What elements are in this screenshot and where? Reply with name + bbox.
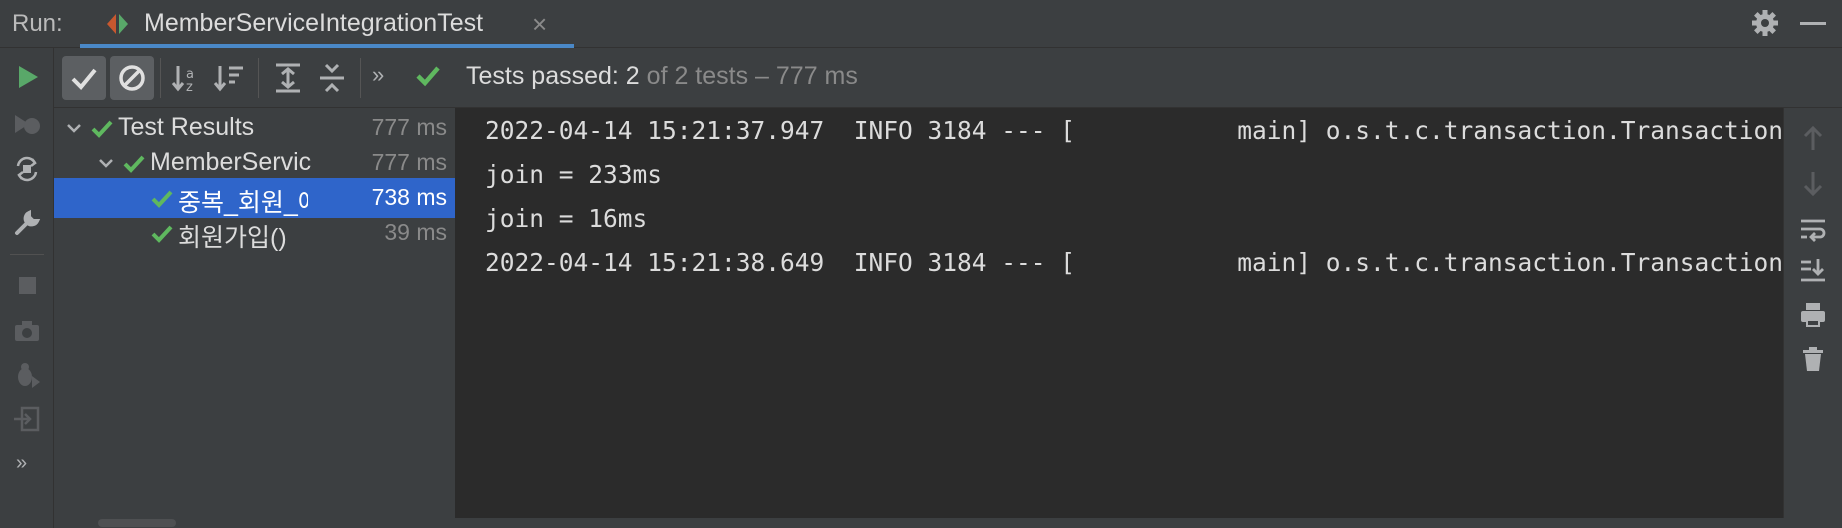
wrench-icon[interactable]	[12, 208, 42, 238]
passed-check-icon	[90, 117, 114, 146]
tree-row-member-join[interactable]: 회원가입() 39 ms	[54, 213, 455, 253]
rerun-failed-icon[interactable]	[12, 110, 42, 140]
console-line: 2022-04-14 15:21:38.649 INFO 3184 --- [ …	[485, 248, 1783, 277]
chevron-down-icon[interactable]	[64, 118, 84, 143]
collapse-all-icon[interactable]	[310, 56, 354, 100]
scroll-to-end-icon[interactable]	[1798, 256, 1828, 286]
passed-check-icon	[414, 62, 442, 95]
toolbar-separator	[10, 254, 44, 255]
console-line: join = 16ms	[485, 204, 648, 233]
tree-row-duration: 777 ms	[371, 149, 447, 175]
tree-row-label: MemberServiceIntegrationTest	[150, 148, 312, 176]
junit-test-icon	[106, 13, 130, 40]
soft-wrap-icon[interactable]	[1798, 214, 1828, 244]
more-actions-icon[interactable]: »	[372, 62, 384, 88]
stop-icon[interactable]	[12, 270, 42, 300]
print-icon[interactable]	[1798, 300, 1828, 330]
more-actions-icon[interactable]: »	[16, 452, 46, 482]
test-results-tree[interactable]: Test Results 777 ms MemberServiceIntegra…	[54, 108, 457, 518]
tree-row-test-results[interactable]: Test Results 777 ms	[54, 108, 455, 148]
passed-check-icon	[122, 152, 146, 181]
toolbar-separator	[258, 58, 259, 98]
arrow-down-icon[interactable]	[1798, 168, 1828, 198]
toggle-auto-test-icon[interactable]	[12, 154, 42, 184]
passed-check-icon	[150, 222, 174, 251]
expand-all-icon[interactable]	[266, 56, 310, 100]
passed-check-icon	[150, 187, 174, 216]
console-line: 2022-04-14 15:21:37.947 INFO 3184 --- [ …	[485, 116, 1783, 145]
sort-by-duration-icon[interactable]	[208, 56, 252, 100]
scrollbar-thumb[interactable]	[98, 519, 176, 527]
tab-title: MemberServiceIntegrationTest	[144, 9, 484, 37]
console-output[interactable]: 2022-04-14 15:21:37.947 INFO 3184 --- [ …	[457, 108, 1783, 518]
console-line: join = 233ms	[485, 160, 663, 189]
sort-alphabetically-icon[interactable]: az	[164, 56, 208, 100]
trash-icon[interactable]	[1798, 344, 1828, 374]
camera-icon[interactable]	[12, 316, 42, 346]
console-action-bar	[1783, 108, 1842, 518]
toolbar-separator	[360, 58, 361, 98]
minimize-icon[interactable]	[1800, 22, 1826, 25]
horizontal-scrollbar[interactable]	[54, 518, 1842, 528]
toolbar-separator	[160, 58, 161, 98]
arrow-up-icon[interactable]	[1798, 124, 1828, 154]
tree-row-member-service[interactable]: MemberServiceIntegrationTest 777 ms	[54, 143, 455, 183]
tree-row-duplicate-member-exception[interactable]: 중복_회원_예외() 738 ms	[54, 178, 455, 218]
tree-row-label: Test Results	[118, 113, 255, 141]
chevron-down-icon[interactable]	[96, 153, 116, 178]
rerun-icon[interactable]	[12, 62, 42, 92]
close-icon[interactable]: ×	[532, 9, 547, 40]
test-runner-toolbar: az » Tests passed: 2 of 2 tests – 777 ms	[54, 48, 1842, 108]
left-action-bar: »	[0, 48, 54, 528]
tree-row-label: 회원가입()	[178, 224, 287, 252]
test-status-summary: Tests passed: 2 of 2 tests – 777 ms	[466, 62, 858, 91]
tab-member-service-integration-test[interactable]: MemberServiceIntegrationTest ×	[80, 0, 574, 48]
debug-export-icon[interactable]	[12, 360, 42, 390]
tree-row-duration: 39 ms	[384, 219, 447, 245]
tests-passed-count: Tests passed: 2	[466, 62, 640, 90]
tree-row-duration: 777 ms	[371, 114, 447, 140]
run-label: Run:	[12, 10, 63, 37]
import-icon[interactable]	[12, 404, 42, 434]
tests-total-duration: of 2 tests – 777 ms	[639, 62, 858, 90]
show-ignored-toggle[interactable]	[110, 56, 154, 100]
tree-row-duration: 738 ms	[371, 184, 447, 210]
svg-text:z: z	[186, 80, 193, 95]
gear-icon[interactable]	[1750, 8, 1780, 43]
run-tool-window-header: Run: MemberServiceIntegrationTest ×	[0, 0, 1842, 48]
show-passed-toggle[interactable]	[62, 56, 106, 100]
